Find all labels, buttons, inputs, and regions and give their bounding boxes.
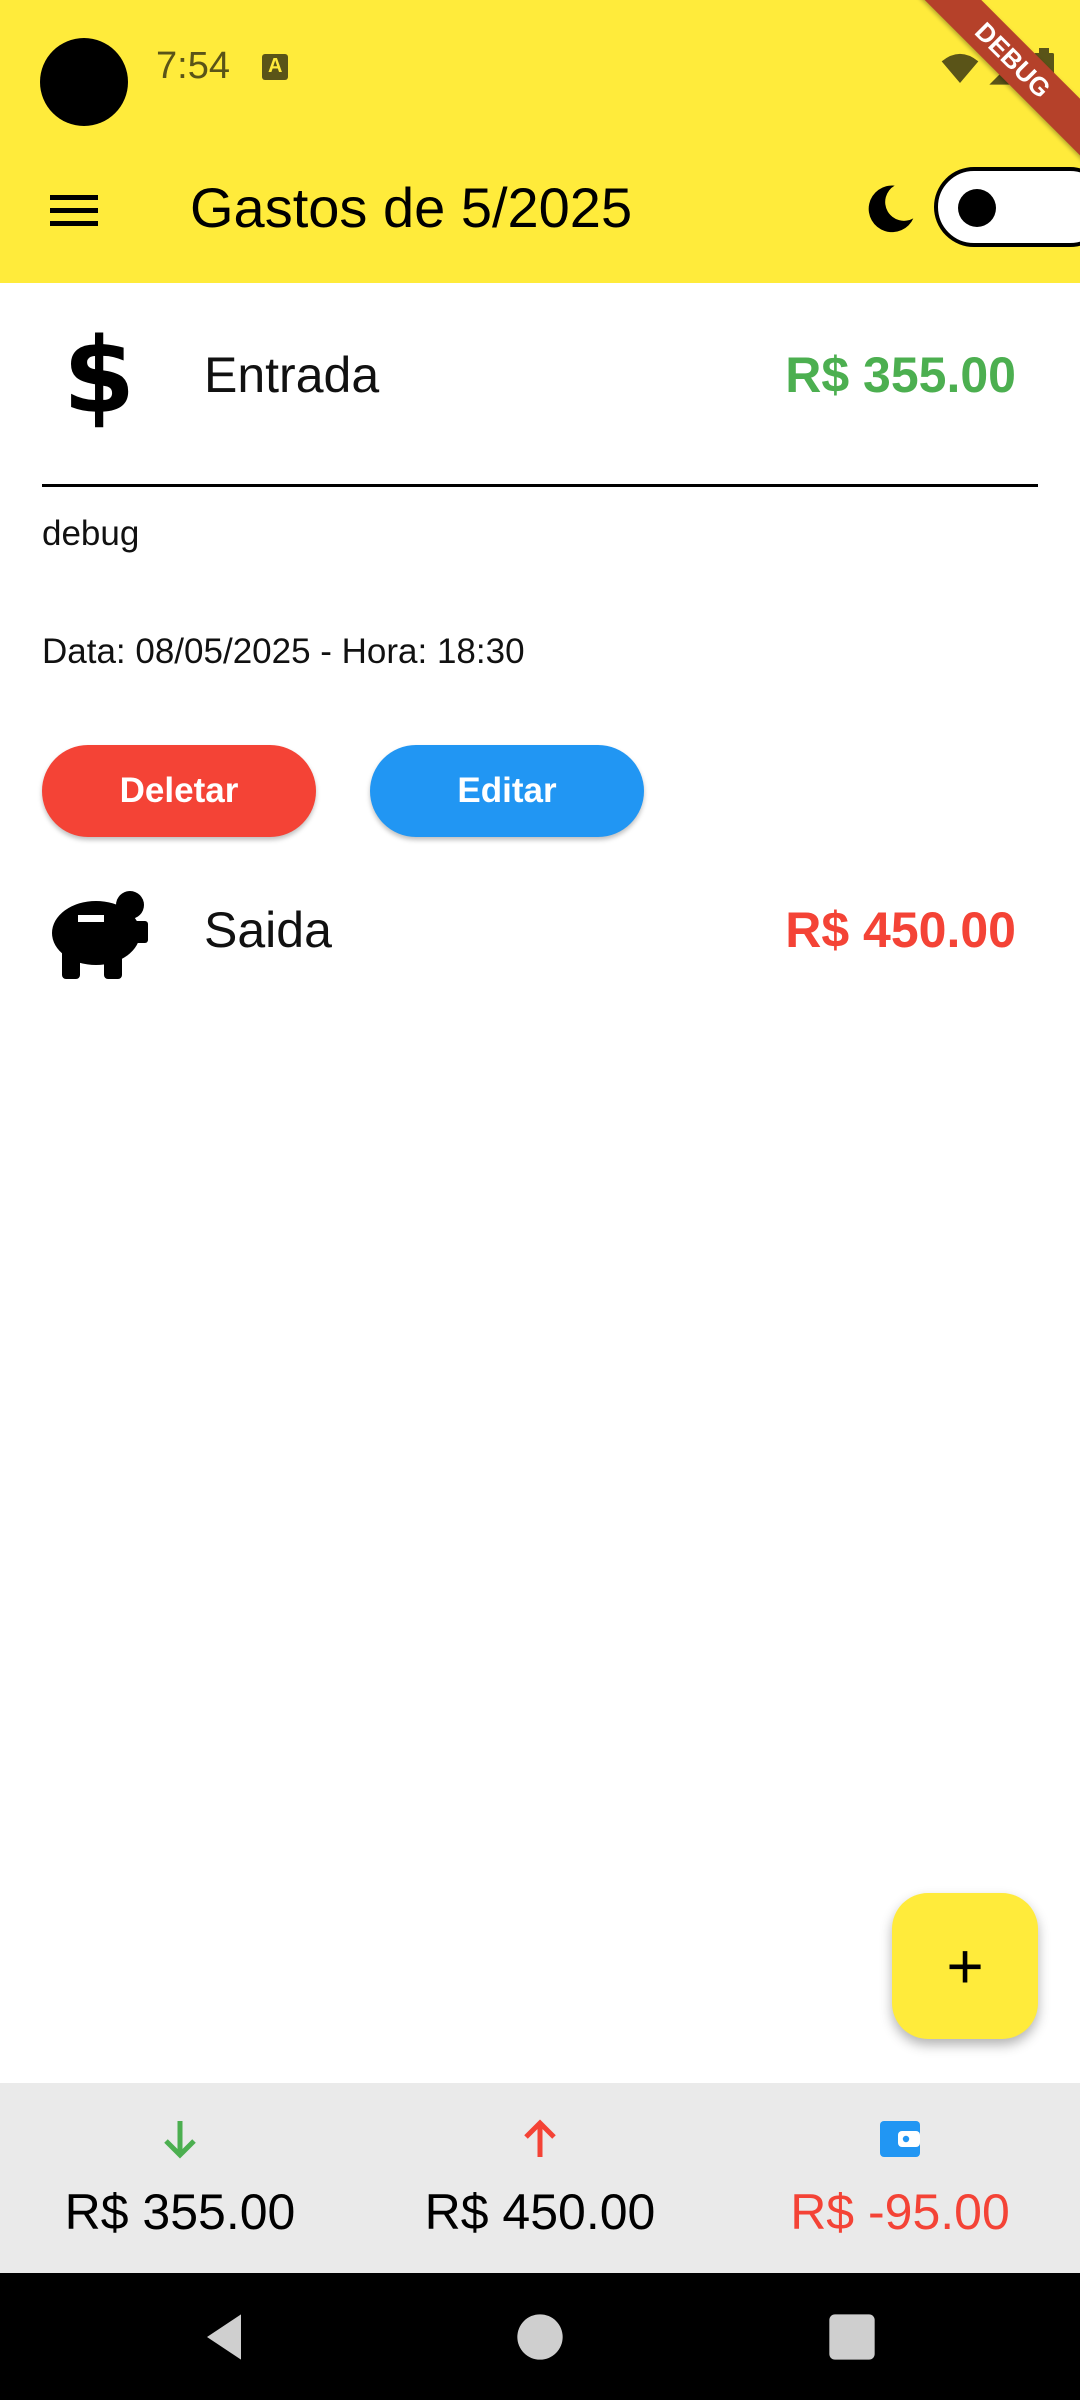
expense-total: R$ 450.00	[424, 2184, 656, 2240]
divider	[42, 484, 1038, 487]
transaction-value: R$ 450.00	[785, 902, 1016, 958]
add-transaction-button[interactable]: +	[892, 1893, 1038, 2039]
transaction-label: Saida	[204, 902, 332, 958]
transaction-item-entrada[interactable]: $ Entrada R$ 355.00	[0, 310, 1080, 440]
app-bar: Gastos de 5/2025	[0, 135, 1080, 283]
balance-summary: R$ -95.00	[720, 2083, 1080, 2273]
status-bar: 7:54	[0, 0, 1080, 135]
transaction-description: debug	[42, 514, 140, 553]
transaction-item-saida[interactable]: Saida R$ 450.00	[0, 865, 1080, 995]
dollar-icon: $	[63, 320, 135, 430]
income-total: R$ 355.00	[64, 2184, 296, 2240]
income-summary: R$ 355.00	[0, 2083, 360, 2273]
menu-icon-line	[50, 221, 98, 226]
piggy-bank-icon	[52, 891, 148, 979]
wifi-icon	[941, 53, 979, 83]
delete-button[interactable]: Deletar	[42, 745, 316, 837]
toggle-knob	[958, 189, 996, 227]
edit-button[interactable]: Editar	[370, 745, 644, 837]
notification-icon	[262, 54, 288, 80]
theme-toggle[interactable]	[934, 167, 1080, 247]
transaction-value: R$ 355.00	[785, 347, 1016, 403]
moon-icon	[868, 185, 914, 233]
system-nav-bar	[0, 2273, 1080, 2400]
transaction-label: Entrada	[204, 347, 380, 403]
summary-bar: R$ 355.00 R$ 450.00 R$ -95.00	[0, 2083, 1080, 2273]
status-time: 7:54	[156, 45, 230, 87]
page-title: Gastos de 5/2025	[190, 176, 633, 239]
arrow-up-icon	[524, 2119, 556, 2157]
arrow-down-icon	[164, 2121, 196, 2159]
transaction-datetime: Data: 08/05/2025 - Hora: 18:30	[42, 632, 525, 671]
svg-text:$: $	[63, 320, 135, 430]
menu-button[interactable]	[32, 173, 116, 245]
balance-total: R$ -95.00	[790, 2184, 1010, 2240]
recents-icon[interactable]	[818, 2303, 886, 2371]
menu-icon-line	[50, 195, 98, 200]
camera-cutout	[40, 38, 128, 126]
home-icon[interactable]	[506, 2303, 574, 2371]
back-icon[interactable]	[190, 2303, 258, 2371]
menu-icon-line	[50, 208, 98, 213]
wallet-icon	[880, 2121, 920, 2157]
expense-summary: R$ 450.00	[360, 2083, 720, 2273]
